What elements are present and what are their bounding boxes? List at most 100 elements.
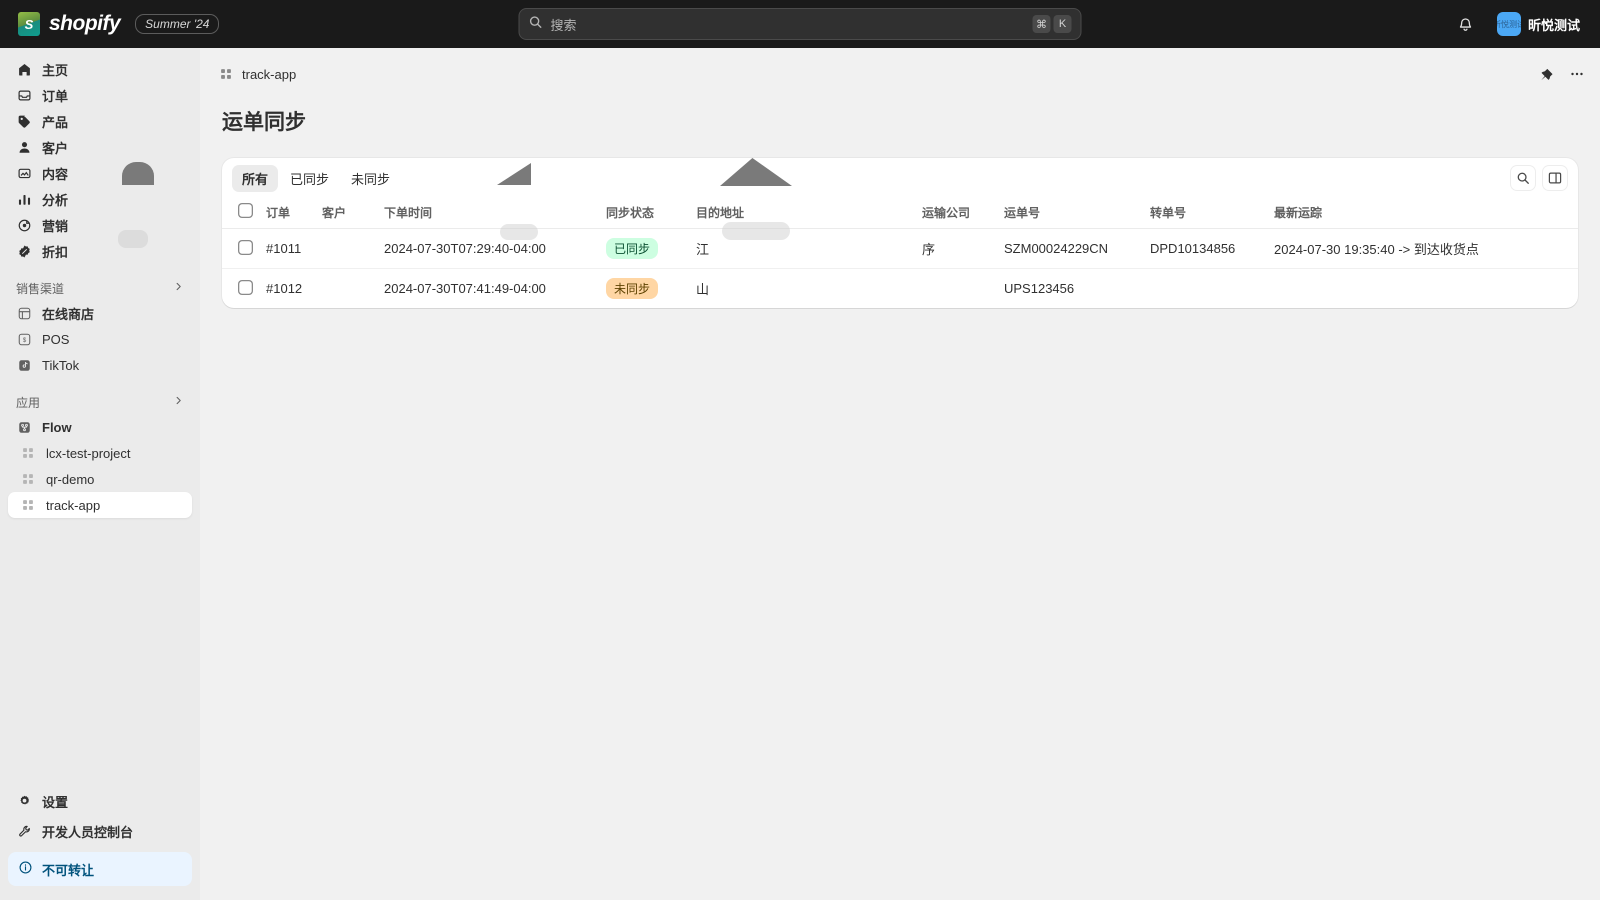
cell-customer <box>322 269 384 309</box>
cell-order[interactable]: #1011 <box>266 228 322 269</box>
discounts-icon <box>16 243 32 259</box>
cell-carrier <box>922 269 1004 309</box>
user-menu[interactable]: 昕悦测试 昕悦测试 <box>1491 9 1586 39</box>
search-shortcut: ⌘ K <box>1032 15 1072 33</box>
sidebar-section-channels[interactable]: 销售渠道 <box>0 276 200 300</box>
non-transferable-label: 不可转让 <box>42 862 95 878</box>
sidebar-item-label: 主页 <box>42 62 69 78</box>
brand[interactable]: S shopify Summer '24 <box>0 12 220 36</box>
pin-icon[interactable] <box>1536 65 1554 83</box>
cell-destination: 山 <box>696 282 710 297</box>
sidebar-item-label: 开发人员控制台 <box>42 824 134 840</box>
sidebar-item-label: 客户 <box>42 140 69 156</box>
row-checkbox[interactable] <box>238 279 253 295</box>
sidebar-item-label: 营销 <box>42 218 69 234</box>
search-input[interactable]: 搜索 <box>551 15 1025 34</box>
search-box[interactable]: 搜索 ⌘ K <box>518 8 1082 40</box>
sidebar-item-pos[interactable]: $ POS <box>8 326 192 352</box>
search-icon <box>529 15 543 34</box>
cell-order[interactable]: #1012 <box>266 269 322 309</box>
analytics-icon <box>16 191 32 207</box>
body: 主页 订单 产品 客户 内容 分析 营销 折扣 销售渠道 在线商店 $ POS … <box>0 48 1600 900</box>
tab-not-synced[interactable]: 未同步 <box>341 165 400 192</box>
sidebar-item-products[interactable]: 产品 <box>8 108 192 134</box>
col-header-order-time[interactable]: 下单时间 <box>384 198 606 229</box>
kbd-k: K <box>1053 15 1072 33</box>
sidebar-item-label: track-app <box>46 497 101 513</box>
info-icon <box>18 860 33 878</box>
sidebar-item-orders[interactable]: 订单 <box>8 82 192 108</box>
sidebar-item-qr-demo[interactable]: qr-demo <box>8 466 192 492</box>
sidebar: 主页 订单 产品 客户 内容 分析 营销 折扣 销售渠道 在线商店 $ POS … <box>0 48 200 900</box>
sidebar-item-flow[interactable]: Flow <box>8 414 192 440</box>
cell-sync-status: 未同步 <box>606 269 696 309</box>
sidebar-item-tiktok[interactable]: TikTok <box>8 352 192 378</box>
table-row[interactable]: #1012 2024-07-30T07:41:49-04:00 未同步 山 UP… <box>222 269 1578 309</box>
non-transferable-banner[interactable]: 不可转让 <box>8 852 192 886</box>
table-head: 订单 客户 下单时间 同步状态 目的地址 运输公司 运单号 转单号 最新运踪 <box>222 198 1578 229</box>
waybill-sync-card: 所有 已同步 未同步 订单 客户 下单时间 同步状态 目的地址 运输公司 运单号… <box>222 158 1578 308</box>
user-name: 昕悦测试 <box>1527 17 1580 33</box>
search-icon[interactable] <box>1510 165 1536 191</box>
sidebar-item-discounts[interactable]: 折扣 <box>8 238 192 264</box>
columns-icon[interactable] <box>1542 165 1568 191</box>
col-header-customer[interactable]: 客户 <box>322 198 384 229</box>
cell-latest-tracking: 2024-07-30 19:35:40 -> 到达收货点 <box>1274 228 1578 269</box>
chevron-right-icon[interactable] <box>173 395 184 409</box>
sidebar-item-lcx-test-project[interactable]: lcx-test-project <box>8 440 192 466</box>
cell-destination: 江 <box>696 228 922 269</box>
sidebar-item-customers[interactable]: 客户 <box>8 134 192 160</box>
sidebar-item-label: 产品 <box>42 114 69 130</box>
cell-carrier: 序 <box>922 228 1004 269</box>
orders-icon <box>16 87 32 103</box>
col-header-tracking-no[interactable]: 运单号 <box>1004 198 1150 229</box>
sidebar-item-marketing[interactable]: 营销 <box>8 212 192 238</box>
col-header-transfer-no[interactable]: 转单号 <box>1150 198 1274 229</box>
select-all-header <box>222 198 266 229</box>
tab-synced[interactable]: 已同步 <box>280 165 339 192</box>
table-row[interactable]: #1011 2024-07-30T07:29:40-04:00 已同步 江 序 … <box>222 228 1578 269</box>
sidebar-item-label: lcx-test-project <box>46 445 131 461</box>
page-title: 运单同步 <box>222 111 306 134</box>
gear-icon <box>16 793 32 809</box>
tab-all[interactable]: 所有 <box>232 164 279 192</box>
col-header-order[interactable]: 订单 <box>266 198 322 229</box>
global-search[interactable]: 搜索 ⌘ K <box>518 8 1082 40</box>
cell-transfer-no: DPD10134856 <box>1150 228 1274 269</box>
sidebar-item-dev-console[interactable]: 开发人员控制台 <box>8 816 192 846</box>
sidebar-item-label: POS <box>42 331 70 347</box>
release-badge: Summer '24 <box>135 14 220 34</box>
cell-tracking-no: UPS123456 <box>1004 281 1075 296</box>
sidebar-item-label: 折扣 <box>42 244 69 260</box>
status-badge: 未同步 <box>606 278 659 299</box>
col-header-carrier[interactable]: 运输公司 <box>922 198 1004 229</box>
ellipsis-icon[interactable] <box>1568 65 1586 83</box>
sidebar-item-settings[interactable]: 设置 <box>8 786 192 816</box>
sidebar-item-content[interactable]: 内容 <box>8 160 192 186</box>
sidebar-item-label: 分析 <box>42 192 69 208</box>
cell-sync-status: 已同步 <box>606 228 696 269</box>
col-header-latest-tracking[interactable]: 最新运踪 <box>1274 198 1578 229</box>
app-icon <box>20 497 36 513</box>
cell-order-time: 2024-07-30T07:29:40-04:00 <box>384 228 606 269</box>
col-header-sync-status[interactable]: 同步状态 <box>606 198 696 229</box>
status-badge: 已同步 <box>606 238 659 259</box>
row-checkbox[interactable] <box>238 239 253 255</box>
col-header-destination[interactable]: 目的地址 <box>696 198 922 229</box>
sidebar-section-apps[interactable]: 应用 <box>0 390 200 414</box>
breadcrumb-app-name[interactable]: track-app <box>242 67 296 82</box>
breadcrumb-actions <box>1536 65 1586 83</box>
chevron-right-icon[interactable] <box>173 281 184 295</box>
sidebar-item-analytics[interactable]: 分析 <box>8 186 192 212</box>
cell-customer <box>322 228 384 269</box>
tabs-row: 所有 已同步 未同步 <box>222 158 1578 198</box>
bell-icon[interactable] <box>1455 13 1477 35</box>
sidebar-item-track-app[interactable]: track-app <box>8 492 192 518</box>
kbd-cmd: ⌘ <box>1032 15 1051 33</box>
sidebar-item-home[interactable]: 主页 <box>8 56 192 82</box>
sidebar-item-online-store[interactable]: 在线商店 <box>8 300 192 326</box>
products-icon <box>16 113 32 129</box>
select-all-checkbox[interactable] <box>238 203 253 218</box>
